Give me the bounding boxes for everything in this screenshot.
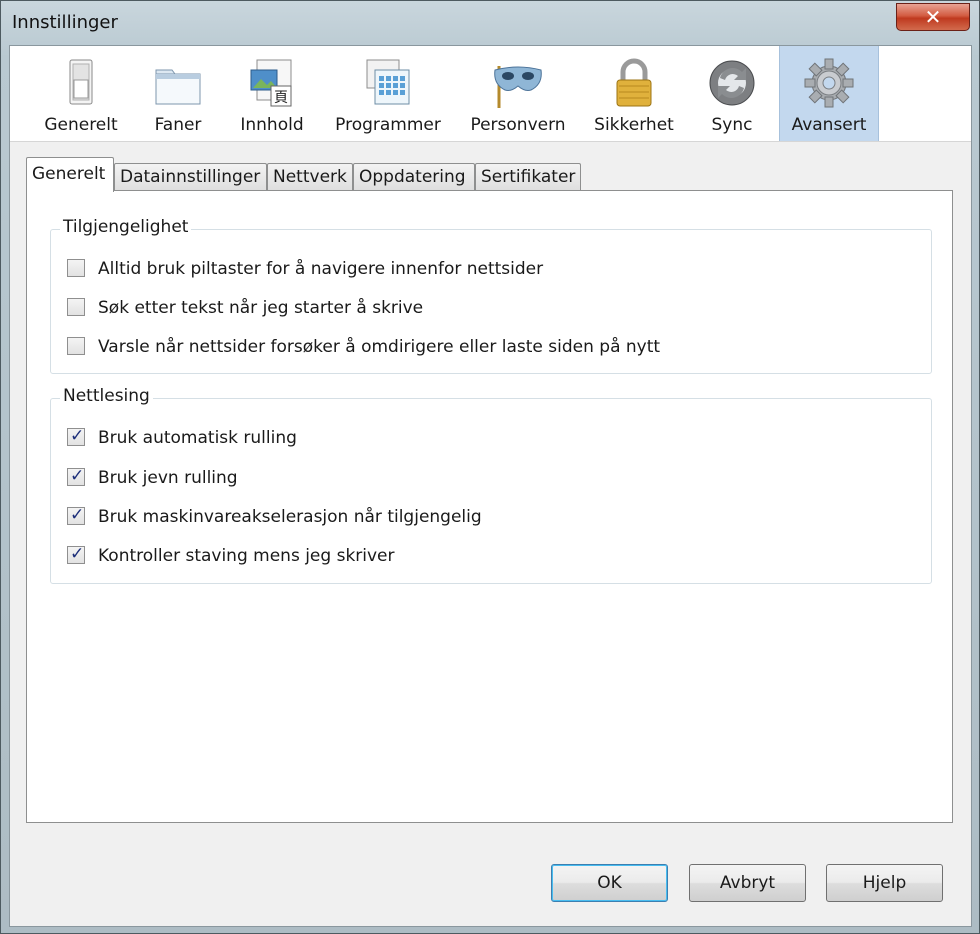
content-icon: 頁 [250, 59, 292, 107]
pane-label-programmer: Programmer [335, 115, 441, 135]
sync-icon [709, 60, 755, 106]
mask-icon [494, 66, 542, 108]
pane-button-programmer[interactable]: Programmer [330, 46, 446, 141]
accessibility-group: Tilgjengelighet Alltid bruk piltaster fo… [50, 217, 932, 374]
pane-button-generelt[interactable]: Generelt [32, 46, 130, 141]
option-label: Bruk maskinvareakselerasjon når tilgjeng… [98, 507, 482, 527]
option-label: Alltid bruk piltaster for å navigere inn… [98, 259, 544, 279]
accessibility-group-title: Tilgjengelighet [60, 217, 192, 237]
checkbox-checked[interactable]: ✓ [67, 505, 85, 525]
check-mark-icon: ✓ [70, 544, 85, 564]
title-bar[interactable]: Innstillinger ✕ [1, 1, 979, 45]
tab-datainnstillinger[interactable]: Datainnstillinger [114, 163, 267, 191]
option-label: Varsle når nettsider forsøker å omdirige… [98, 337, 661, 357]
checkbox-unchecked[interactable] [67, 337, 85, 355]
pane-label-faner: Faner [154, 115, 202, 135]
checkbox-checked[interactable]: ✓ [67, 466, 85, 486]
svg-text:頁: 頁 [274, 90, 288, 106]
checkbox-checked[interactable]: ✓ [67, 426, 85, 446]
tabs-icon [155, 69, 201, 105]
gear-icon [804, 58, 854, 108]
checkbox-unchecked[interactable] [67, 298, 85, 316]
dialog-client-area: Generelt Faner 頁 Innhold Programmer Pers… [9, 45, 972, 927]
close-button[interactable]: ✕ [896, 3, 970, 31]
option-label: Søk etter tekst når jeg starter å skrive [98, 298, 424, 318]
check-mark-icon: ✓ [70, 505, 85, 525]
option-label: Bruk automatisk rulling [98, 428, 297, 448]
browsing-group-title: Nettlesing [60, 386, 153, 406]
check-mark-icon: ✓ [70, 426, 85, 446]
tab-oppdatering[interactable]: Oppdatering [353, 163, 475, 191]
padlock-icon [616, 58, 652, 107]
pane-button-faner[interactable]: Faner [136, 46, 220, 141]
pane-label-sikkerhet: Sikkerhet [594, 115, 674, 135]
pane-toolbar: Generelt Faner 頁 Innhold Programmer Pers… [10, 46, 971, 142]
tab-sertifikater[interactable]: Sertifikater [475, 163, 581, 191]
pane-label-innhold: Innhold [240, 115, 304, 135]
pane-label-generelt: Generelt [44, 115, 118, 135]
pane-button-sikkerhet[interactable]: Sikkerhet [588, 46, 680, 141]
checkbox-checked[interactable]: ✓ [67, 544, 85, 564]
tab-nettverk[interactable]: Nettverk [267, 163, 353, 191]
option-label: Bruk jevn rulling [98, 468, 238, 488]
ok-button[interactable]: OK [551, 864, 668, 902]
cancel-button[interactable]: Avbryt [689, 864, 806, 902]
pane-button-avansert[interactable]: Avansert [779, 46, 879, 141]
switch-icon [69, 59, 93, 105]
window-title: Innstillinger [12, 12, 118, 33]
preferences-window: Innstillinger ✕ Generelt Faner 頁 Innhold… [0, 0, 980, 934]
option-label: Kontroller staving mens jeg skriver [98, 546, 395, 566]
pane-button-personvern[interactable]: Personvern [466, 46, 570, 141]
help-button[interactable]: Hjelp [826, 864, 943, 902]
tab-generelt[interactable]: Generelt [26, 157, 114, 192]
pane-button-innhold[interactable]: 頁 Innhold [228, 46, 316, 141]
pane-button-sync[interactable]: Sync [690, 46, 774, 141]
pane-label-sync: Sync [711, 115, 753, 135]
browsing-group: Nettlesing ✓ Bruk automatisk rulling ✓ B… [50, 386, 932, 584]
tab-panel-generelt: Tilgjengelighet Alltid bruk piltaster fo… [26, 190, 953, 823]
check-mark-icon: ✓ [70, 466, 85, 486]
checkbox-unchecked[interactable] [67, 259, 85, 277]
pane-label-avansert: Avansert [791, 115, 867, 135]
pane-label-personvern: Personvern [470, 115, 566, 135]
applications-icon [366, 59, 410, 105]
